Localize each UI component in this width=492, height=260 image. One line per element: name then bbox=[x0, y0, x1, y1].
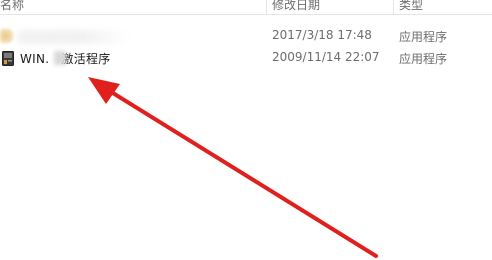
column-header-date[interactable]: 修改日期 bbox=[272, 0, 320, 13]
redaction-blur bbox=[54, 51, 66, 65]
file-row[interactable]: WIN. 激活程序 2009/11/14 22:07 应用程序 bbox=[0, 47, 492, 69]
file-date: 2017/3/18 17:48 bbox=[272, 28, 372, 42]
arrow-shaft bbox=[98, 83, 378, 258]
app-icon bbox=[2, 51, 14, 66]
column-header-bar: 名称 修改日期 类型 bbox=[0, 0, 492, 15]
folder-icon bbox=[0, 28, 14, 44]
file-date: 2009/11/14 22:07 bbox=[272, 50, 380, 64]
arrow-head bbox=[88, 77, 120, 104]
file-name-prefix: WIN. bbox=[20, 52, 50, 66]
column-divider[interactable] bbox=[393, 0, 394, 14]
column-header-name[interactable]: 名称 bbox=[0, 0, 24, 13]
column-header-type[interactable]: 类型 bbox=[399, 0, 423, 13]
file-list-view: 名称 修改日期 类型 2017/3/18 17:48 应用程序 WIN. 激活程序… bbox=[0, 0, 492, 260]
file-name-suffix: 激活程序 bbox=[61, 52, 111, 66]
file-row[interactable]: 2017/3/18 17:48 应用程序 bbox=[0, 25, 492, 47]
file-type: 应用程序 bbox=[399, 30, 448, 44]
file-type: 应用程序 bbox=[399, 52, 448, 66]
blurred-file-name bbox=[18, 30, 128, 44]
column-divider[interactable] bbox=[266, 0, 267, 14]
